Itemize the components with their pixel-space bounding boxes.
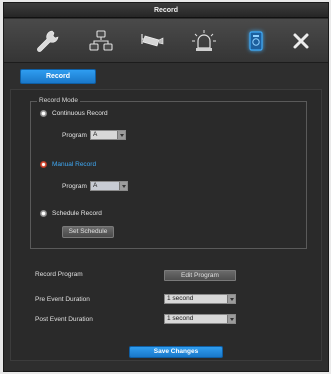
manual-record-radio[interactable] [40, 161, 47, 168]
continuous-record-option[interactable]: Continuous Record [40, 110, 108, 117]
close-icon [293, 33, 309, 49]
manual-record-label[interactable]: Manual Record [52, 161, 96, 168]
chevron-down-icon [227, 315, 235, 323]
window-title: Record [4, 3, 328, 18]
manual-program-select[interactable]: A [90, 181, 128, 191]
post-event-duration-select[interactable]: 1 second [164, 314, 236, 324]
schedule-record-radio[interactable] [40, 210, 47, 217]
close-tool-button[interactable] [284, 25, 318, 57]
wrench-icon [37, 30, 59, 52]
continuous-record-radio[interactable] [40, 110, 47, 117]
schedule-record-option[interactable]: Schedule Record [40, 210, 102, 217]
chevron-down-icon [227, 295, 235, 303]
continuous-program-select[interactable]: A [90, 130, 126, 140]
chevron-down-icon [119, 182, 127, 190]
record-window: Record Record Record Mode Continuous Rec… [3, 2, 329, 372]
continuous-program-label: Program [62, 131, 87, 139]
schedule-record-label[interactable]: Schedule Record [52, 210, 102, 217]
pre-event-duration-label: Pre Event Duration [35, 296, 90, 303]
record-mode-legend: Record Mode [37, 97, 81, 104]
continuous-program-value: A [93, 131, 98, 138]
alarm-icon [192, 30, 216, 51]
manual-program-row: Program A [62, 181, 128, 191]
camera-icon [141, 34, 164, 47]
toolbar [4, 19, 328, 63]
post-event-duration-value: 1 second [167, 315, 194, 322]
post-event-duration-label: Post Event Duration [35, 316, 93, 323]
manual-program-value: A [93, 182, 98, 189]
chevron-down-icon [117, 131, 125, 139]
record-settings-panel: Record Mode Continuous Record Program A … [10, 89, 322, 361]
record-icon [249, 31, 263, 51]
alarm-tool-button[interactable] [187, 25, 221, 57]
camera-tool-button[interactable] [135, 25, 169, 57]
record-tool-button[interactable] [239, 25, 273, 57]
network-icon [89, 30, 113, 51]
wrench-tool-button[interactable] [31, 25, 65, 57]
network-tool-button[interactable] [84, 25, 118, 57]
save-changes-button[interactable]: Save Changes [129, 346, 223, 358]
tab-row: Record [4, 64, 328, 88]
set-schedule-button[interactable]: Set Schedule [62, 226, 114, 238]
manual-record-option[interactable]: Manual Record [40, 161, 96, 168]
manual-program-label: Program [62, 182, 87, 190]
edit-program-button[interactable]: Edit Program [164, 270, 236, 281]
record-mode-group: Record Mode Continuous Record Program A … [30, 97, 307, 249]
continuous-record-label[interactable]: Continuous Record [52, 110, 108, 117]
pre-event-duration-value: 1 second [167, 295, 194, 302]
tab-record[interactable]: Record [20, 69, 96, 84]
continuous-program-row: Program A [62, 130, 126, 140]
record-program-label: Record Program [35, 271, 83, 278]
pre-event-duration-select[interactable]: 1 second [164, 294, 236, 304]
